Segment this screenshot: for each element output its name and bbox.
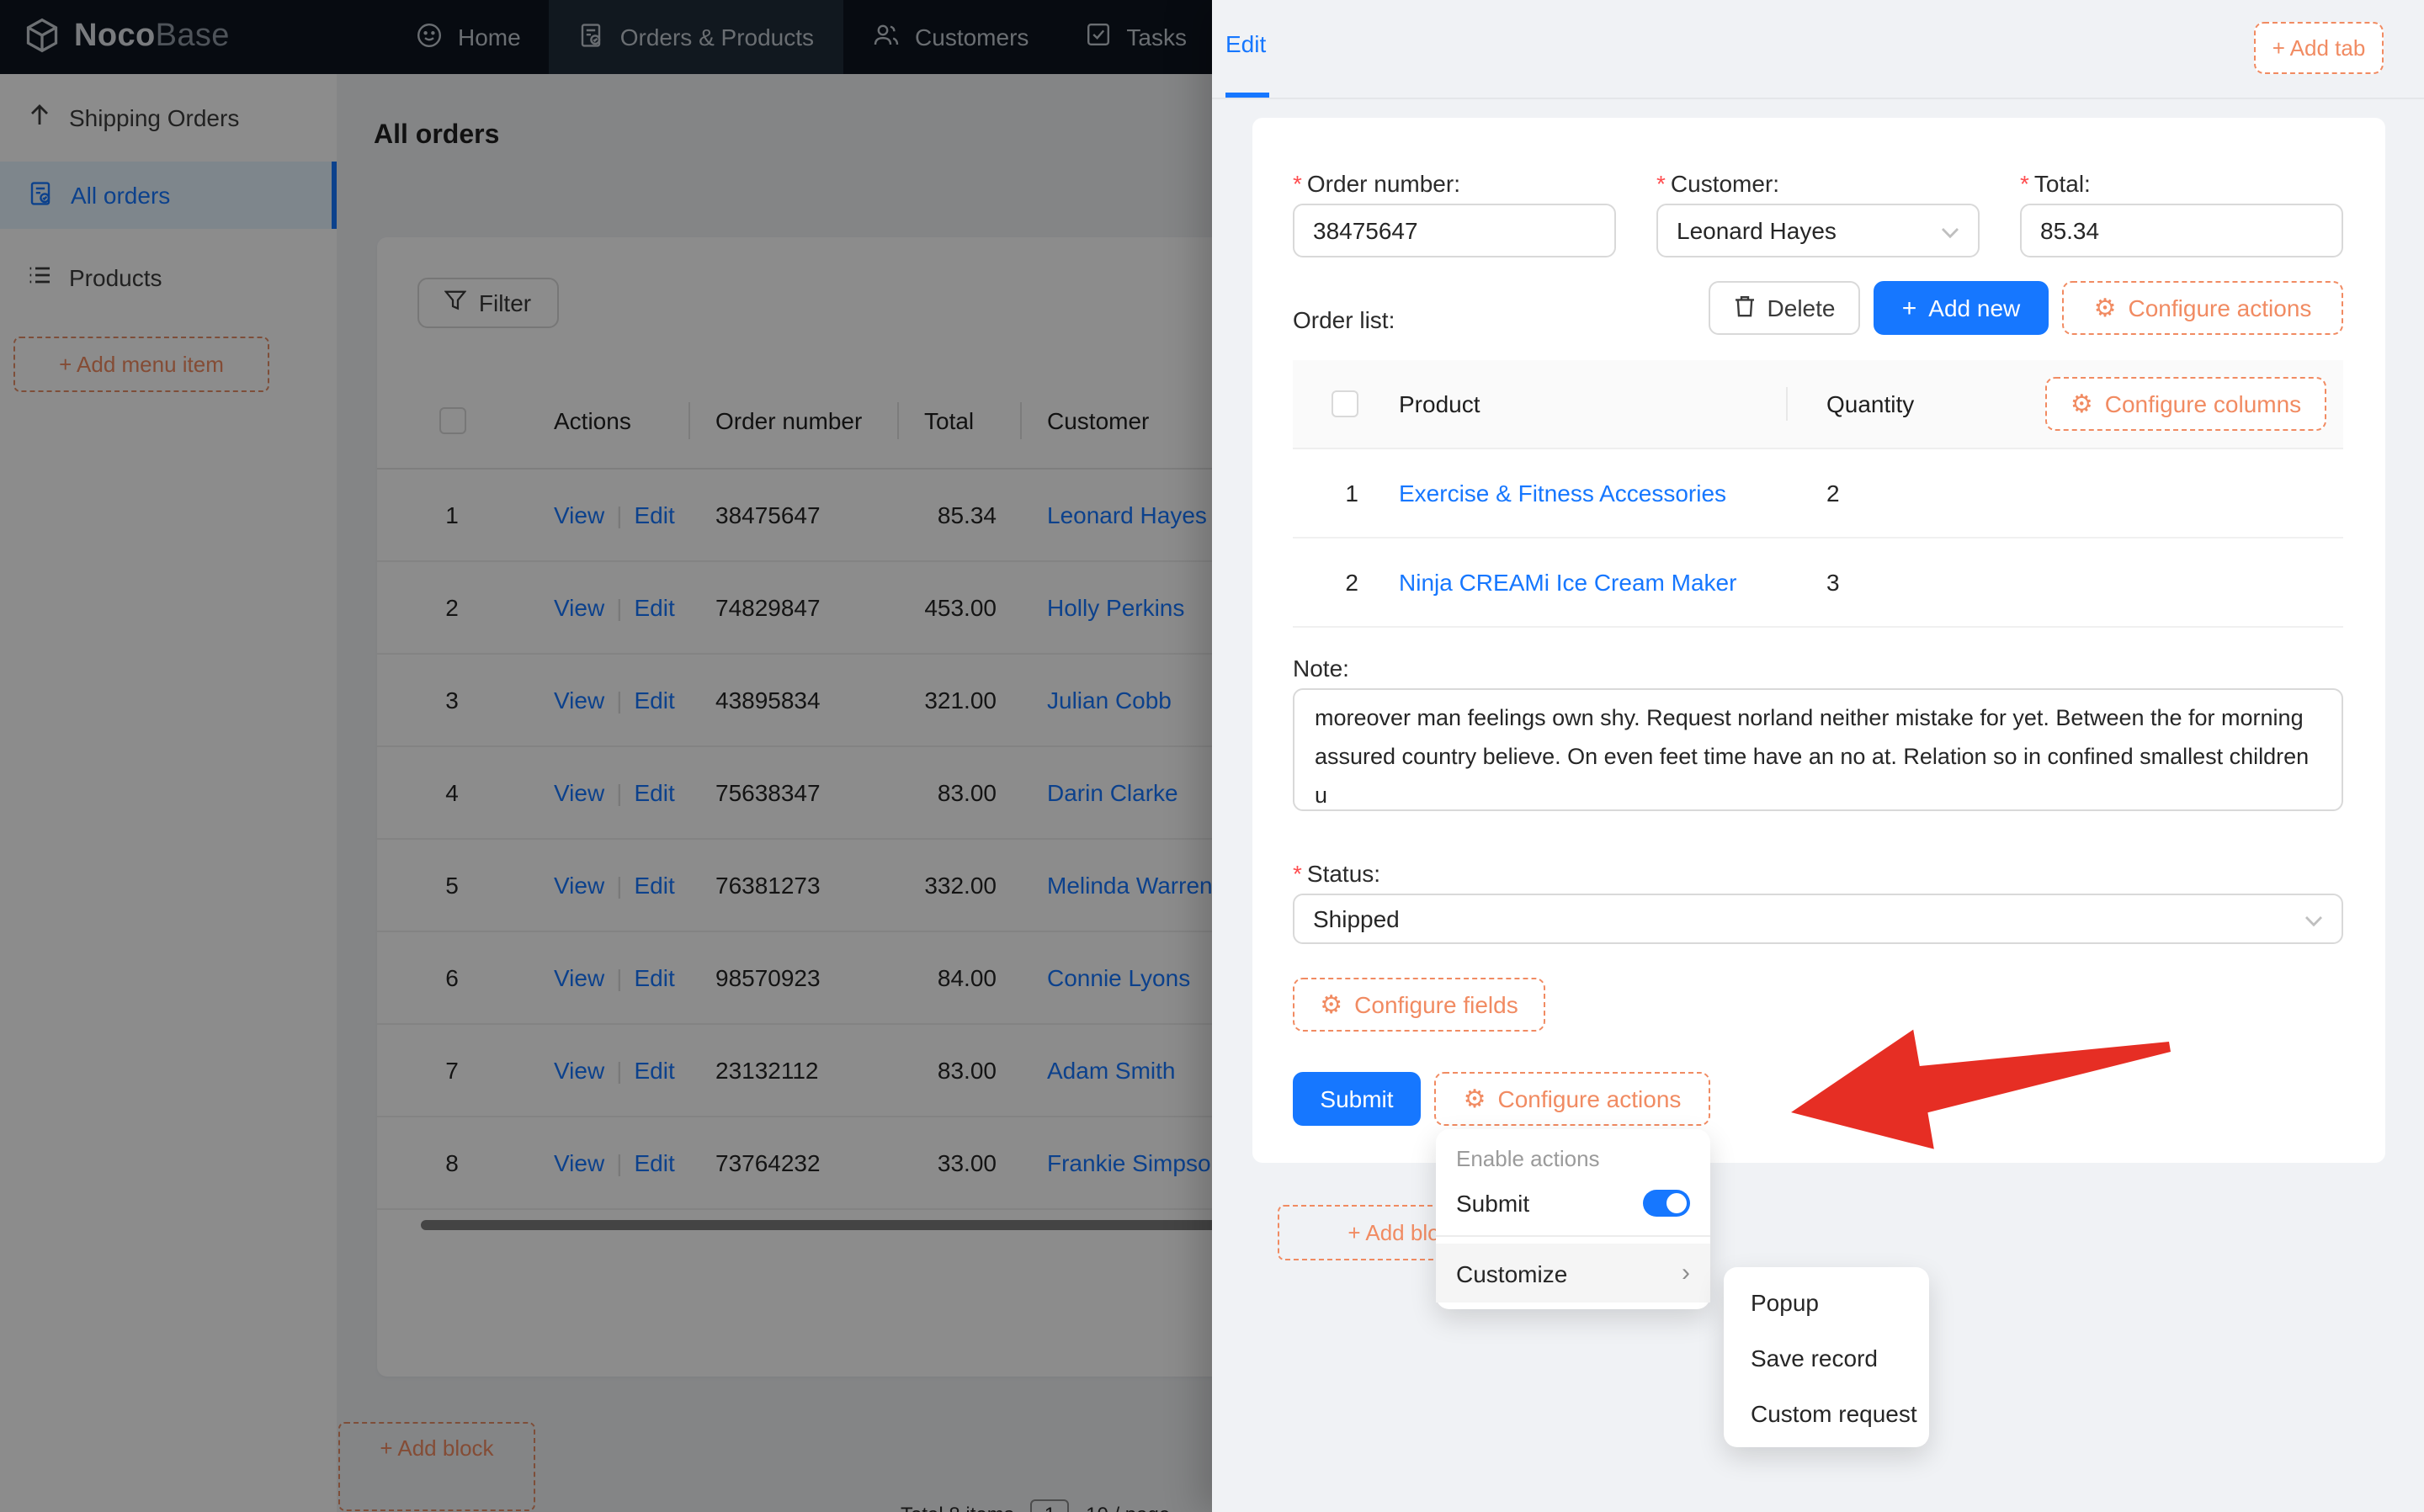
order-list-table-body: 1 Exercise & Fitness Accessories 2 2 Ninja C… <box>1293 449 2343 628</box>
submenu-item-popup[interactable]: Popup <box>1724 1274 1929 1329</box>
submit-toggle[interactable] <box>1643 1190 1690 1217</box>
row-index: 1 <box>1345 480 1358 507</box>
note-textarea[interactable]: moreover man feelings own shy. Request n… <box>1293 688 2343 811</box>
required-asterisk: * <box>1293 170 1302 197</box>
required-asterisk: * <box>2020 170 2029 197</box>
gear-icon: ⚙ <box>2093 294 2117 322</box>
cell-quantity: 2 <box>1826 480 1840 507</box>
customize-submenu: Popup Save record Custom request <box>1724 1267 1929 1447</box>
product-link[interactable]: Ninja CREAMi Ice Cream Maker <box>1399 569 1736 596</box>
order-list-row: 2 Ninja CREAMi Ice Cream Maker 3 <box>1293 538 2343 628</box>
row-index: 2 <box>1345 569 1358 596</box>
submenu-item-custom-request[interactable]: Custom request <box>1724 1385 1929 1440</box>
gear-icon: ⚙ <box>2070 390 2093 418</box>
gear-icon: ⚙ <box>1463 1085 1486 1113</box>
configure-columns-button[interactable]: ⚙ Configure columns <box>2045 377 2326 431</box>
chevron-down-icon <box>1941 217 1959 244</box>
plus-icon: + <box>1901 294 1917 322</box>
total-label: * Total: <box>2020 170 2091 197</box>
configure-fields-button[interactable]: ⚙ Configure fields <box>1293 978 1545 1032</box>
customer-label: * Customer: <box>1656 170 1780 197</box>
nocobase-app: NocoBase Home Orders & Products Customers T… <box>0 0 2424 1512</box>
menu-item-customize[interactable]: Customize › <box>1436 1244 1710 1302</box>
toggle-knob <box>1666 1193 1687 1213</box>
add-tab-button[interactable]: + Add tab <box>2254 22 2384 74</box>
submenu-item-save-record[interactable]: Save record <box>1724 1329 1929 1385</box>
order-number-label: * Order number: <box>1293 170 1460 197</box>
cell-quantity: 3 <box>1826 569 1840 596</box>
status-select[interactable]: Shipped <box>1293 894 2343 944</box>
customer-select[interactable]: Leonard Hayes <box>1656 204 1980 257</box>
status-label: * Status: <box>1293 860 1381 887</box>
trash-icon <box>1734 294 1756 322</box>
delete-button[interactable]: Delete <box>1709 281 1860 335</box>
tab-active-underline <box>1225 93 1269 97</box>
order-list-table: Product Quantity ⚙ Configure columns 1 Ex… <box>1293 360 2343 628</box>
add-new-button[interactable]: + Add new <box>1874 281 2049 335</box>
required-asterisk: * <box>1293 860 1302 887</box>
col-product: Product <box>1399 390 1480 417</box>
required-asterisk: * <box>1656 170 1666 197</box>
header-separator <box>1786 387 1788 421</box>
menu-item-submit[interactable]: Submit <box>1436 1178 1710 1228</box>
menu-divider <box>1436 1235 1710 1237</box>
tab-edit[interactable]: Edit <box>1225 30 1266 57</box>
configure-actions-button-footer[interactable]: ⚙ Configure actions <box>1434 1072 1710 1126</box>
configure-actions-dropdown: Enable actions Submit Customize › <box>1436 1129 1710 1309</box>
gear-icon: ⚙ <box>1320 990 1343 1019</box>
chevron-right-icon: › <box>1682 1259 1690 1287</box>
order-list-label: Order list: <box>1293 306 1395 333</box>
note-label: Note: <box>1293 655 1349 682</box>
submit-button[interactable]: Submit <box>1293 1072 1421 1126</box>
chevron-down-icon <box>2304 905 2323 932</box>
edit-form-card: * Order number: * Customer: * Total: 384756… <box>1252 118 2385 1163</box>
drawer-header: Edit + Add tab <box>1212 0 2424 99</box>
configure-actions-button-orderlist[interactable]: ⚙ Configure actions <box>2062 281 2343 335</box>
enable-actions-group-label: Enable actions <box>1456 1146 1600 1171</box>
product-link[interactable]: Exercise & Fitness Accessories <box>1399 480 1726 507</box>
total-input[interactable]: 85.34 <box>2020 204 2343 257</box>
order-list-row: 1 Exercise & Fitness Accessories 2 <box>1293 449 2343 538</box>
order-number-input[interactable]: 38475647 <box>1293 204 1616 257</box>
orderlist-select-all-checkbox[interactable] <box>1332 390 1358 417</box>
order-list-buttons: Delete + Add new ⚙ Configure actions <box>1709 281 2343 335</box>
order-list-table-header: Product Quantity ⚙ Configure columns <box>1293 360 2343 449</box>
